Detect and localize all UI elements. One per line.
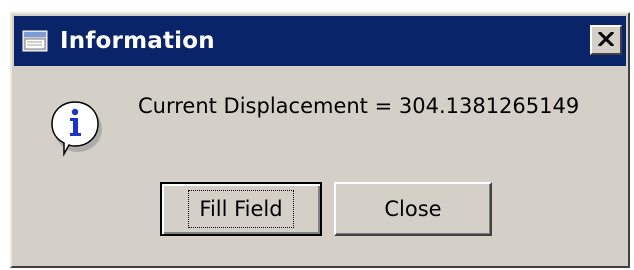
information-dialog: Information Current Displacement = 304.1…: [10, 12, 630, 268]
close-icon: [597, 30, 615, 50]
close-button[interactable]: Close: [334, 182, 492, 236]
fill-field-button-label: Fill Field: [188, 190, 294, 228]
titlebar[interactable]: Information: [14, 16, 626, 66]
close-window-button[interactable]: [590, 25, 622, 55]
window-app-icon: [22, 30, 48, 52]
message-text: Current Displacement = 304.1381265149: [138, 94, 580, 118]
fill-field-button[interactable]: Fill Field: [160, 182, 322, 236]
info-icon: [42, 96, 108, 158]
close-button-label: Close: [384, 197, 442, 221]
dialog-title: Information: [60, 28, 215, 54]
